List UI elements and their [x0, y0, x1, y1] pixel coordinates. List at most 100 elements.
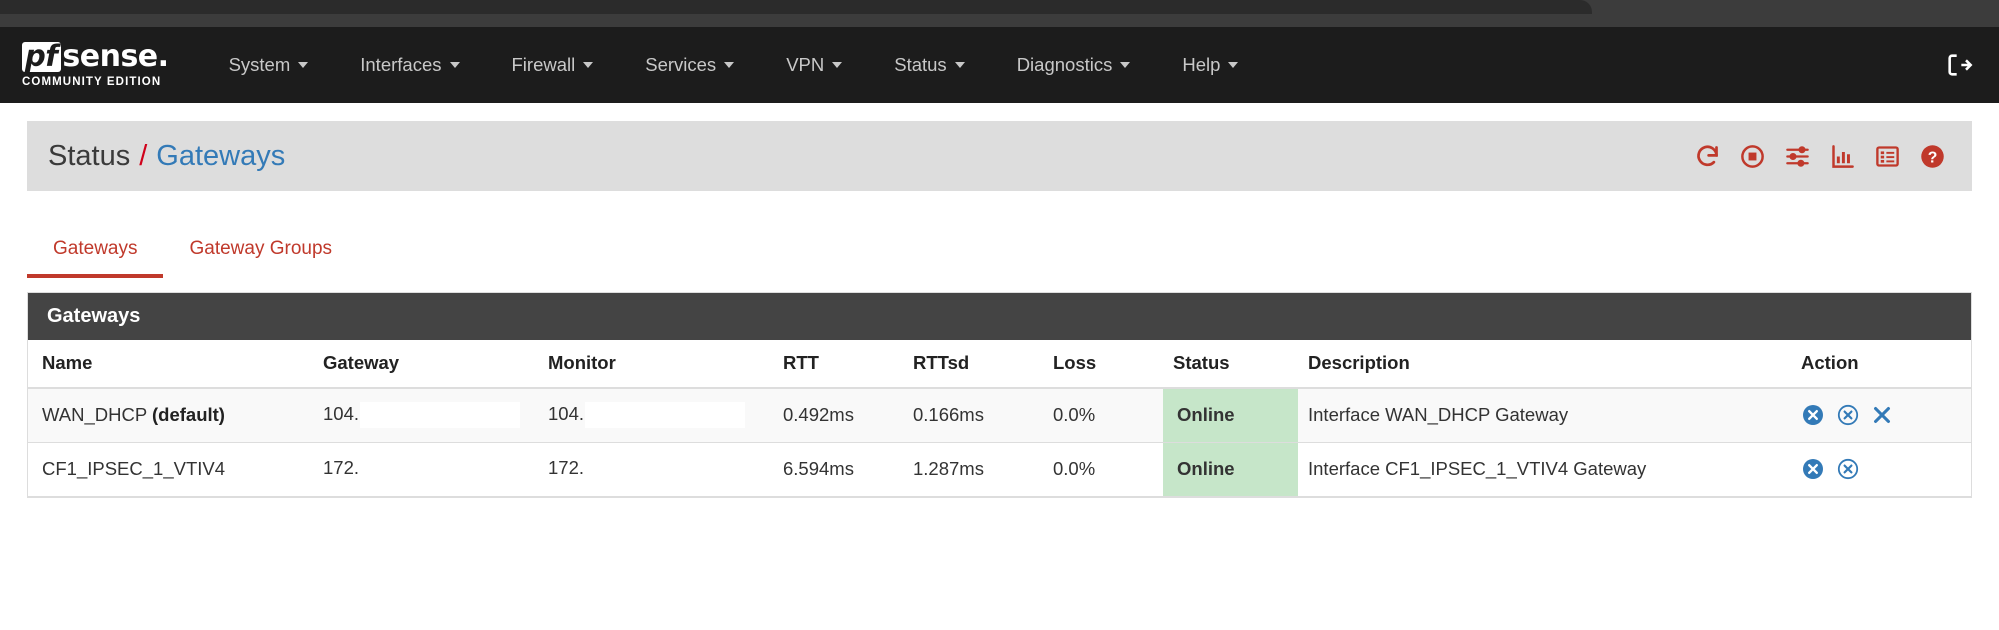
- nav-item-system-label: System: [229, 54, 291, 76]
- column-header-rtt: RTT: [773, 340, 903, 388]
- brand-logo-sense: sense.: [62, 42, 168, 72]
- status-badge: Online: [1163, 388, 1298, 443]
- monitor-address-text: 172.: [548, 457, 584, 478]
- row-actions: [1801, 457, 1961, 481]
- cell-rttsd: 1.287ms: [903, 443, 1043, 497]
- nav-item-help[interactable]: Help: [1156, 54, 1264, 76]
- browser-chrome-strip: [0, 0, 1999, 27]
- refresh-icon[interactable]: [1694, 143, 1721, 170]
- tab-bar: Gateways Gateway Groups: [0, 222, 1999, 278]
- nav-item-interfaces-label: Interfaces: [360, 54, 441, 76]
- cell-name: CF1_IPSEC_1_VTIV4: [28, 443, 313, 497]
- cell-rtt: 6.594ms: [773, 443, 903, 497]
- pfsense-logo[interactable]: pfsense. COMMUNITY EDITION: [22, 42, 169, 89]
- stop-circle-icon[interactable]: [1739, 143, 1766, 170]
- column-header-action: Action: [1791, 340, 1971, 388]
- monitor-address: 104.: [548, 402, 745, 428]
- gateway-address: 172.: [323, 456, 520, 482]
- main-navbar: pfsense. COMMUNITY EDITION System Interf…: [0, 27, 1999, 103]
- chevron-down-icon: [832, 62, 842, 68]
- chevron-down-icon: [583, 62, 593, 68]
- breadcrumb: Status / Gateways: [48, 140, 285, 173]
- cell-description: Interface WAN_DHCP Gateway: [1298, 388, 1791, 443]
- nav-item-status-label: Status: [894, 54, 946, 76]
- nav-item-services[interactable]: Services: [619, 54, 760, 76]
- tab-gateways-label: Gateways: [53, 238, 137, 259]
- cell-actions: [1791, 443, 1971, 497]
- column-header-loss: Loss: [1043, 340, 1163, 388]
- breadcrumb-current[interactable]: Gateways: [156, 140, 285, 173]
- cell-description: Interface CF1_IPSEC_1_VTIV4 Gateway: [1298, 443, 1791, 497]
- cell-loss: 0.0%: [1043, 388, 1163, 443]
- disable-circle-outline-icon[interactable]: [1836, 457, 1860, 481]
- column-header-name: Name: [28, 340, 313, 388]
- cell-rttsd: 0.166ms: [903, 388, 1043, 443]
- gateway-address: 104.: [323, 402, 520, 428]
- default-gateway-tag: (default): [152, 404, 225, 425]
- list-view-icon[interactable]: [1874, 143, 1901, 170]
- column-header-monitor: Monitor: [538, 340, 773, 388]
- table-row[interactable]: CF1_IPSEC_1_VTIV4 172. 172. 6.594ms: [28, 443, 1971, 497]
- breadcrumb-parent: Status: [48, 140, 130, 173]
- row-actions: [1801, 403, 1961, 427]
- gateway-address-text: 172.: [323, 457, 359, 478]
- svg-text:?: ?: [1928, 149, 1938, 166]
- cell-loss: 0.0%: [1043, 443, 1163, 497]
- cell-gateway: 104.: [313, 388, 538, 443]
- cell-gateway: 172.: [313, 443, 538, 497]
- help-icon[interactable]: ?: [1919, 143, 1946, 170]
- nav-items: System Interfaces Firewall Services VPN …: [203, 54, 1945, 76]
- monitor-address-redaction: [585, 456, 745, 482]
- nav-item-firewall-label: Firewall: [512, 54, 576, 76]
- cell-rtt: 0.492ms: [773, 388, 903, 443]
- nav-item-diagnostics[interactable]: Diagnostics: [991, 54, 1157, 76]
- nav-item-system[interactable]: System: [203, 54, 335, 76]
- gateway-address-redaction: [360, 402, 520, 428]
- breadcrumb-separator: /: [139, 140, 147, 173]
- table-body: WAN_DHCP (default) 104. 104. 0.492ms: [28, 388, 1971, 497]
- chevron-down-icon: [1120, 62, 1130, 68]
- bar-chart-icon[interactable]: [1829, 143, 1856, 170]
- nav-item-firewall[interactable]: Firewall: [486, 54, 620, 76]
- gateway-address-redaction: [360, 456, 520, 482]
- nav-item-diagnostics-label: Diagnostics: [1017, 54, 1113, 76]
- status-badge: Online: [1163, 443, 1298, 497]
- browser-tab-shape: [0, 0, 1592, 14]
- table-header-row: Name Gateway Monitor RTT RTTsd Loss Stat…: [28, 340, 1971, 388]
- column-header-description: Description: [1298, 340, 1791, 388]
- delete-circle-filled-icon[interactable]: [1801, 457, 1825, 481]
- cell-monitor: 172.: [538, 443, 773, 497]
- cell-monitor: 104.: [538, 388, 773, 443]
- brand-logo-text: pfsense.: [22, 42, 169, 72]
- sliders-icon[interactable]: [1784, 143, 1811, 170]
- delete-circle-filled-icon[interactable]: [1801, 403, 1825, 427]
- remove-x-icon[interactable]: [1871, 404, 1893, 426]
- gateways-table: Name Gateway Monitor RTT RTTsd Loss Stat…: [28, 340, 1971, 497]
- nav-item-help-label: Help: [1182, 54, 1220, 76]
- chevron-down-icon: [955, 62, 965, 68]
- tab-gateway-groups[interactable]: Gateway Groups: [163, 238, 358, 278]
- chevron-down-icon: [1228, 62, 1238, 68]
- cell-name: WAN_DHCP (default): [28, 388, 313, 443]
- table-header: Name Gateway Monitor RTT RTTsd Loss Stat…: [28, 340, 1971, 388]
- gateway-name: WAN_DHCP: [42, 404, 147, 425]
- brand-logo-pf: pf: [22, 42, 61, 72]
- nav-item-interfaces[interactable]: Interfaces: [334, 54, 485, 76]
- tab-gateways[interactable]: Gateways: [27, 238, 163, 278]
- column-header-status: Status: [1163, 340, 1298, 388]
- nav-item-vpn-label: VPN: [786, 54, 824, 76]
- disable-circle-outline-icon[interactable]: [1836, 403, 1860, 427]
- gateways-panel: Gateways Name Gateway Monitor RTT RTTsd …: [27, 292, 1972, 498]
- nav-item-vpn[interactable]: VPN: [760, 54, 868, 76]
- logout-icon[interactable]: [1945, 51, 1973, 79]
- nav-item-services-label: Services: [645, 54, 716, 76]
- column-header-gateway: Gateway: [313, 340, 538, 388]
- gateways-panel-wrap: Gateways Name Gateway Monitor RTT RTTsd …: [0, 292, 1999, 498]
- chevron-down-icon: [298, 62, 308, 68]
- column-header-rttsd: RTTsd: [903, 340, 1043, 388]
- nav-item-status[interactable]: Status: [868, 54, 990, 76]
- panel-title: Gateways: [28, 293, 1971, 340]
- gateway-address-text: 104.: [323, 403, 359, 424]
- tab-gateway-groups-label: Gateway Groups: [189, 238, 332, 259]
- table-row[interactable]: WAN_DHCP (default) 104. 104. 0.492ms: [28, 388, 1971, 443]
